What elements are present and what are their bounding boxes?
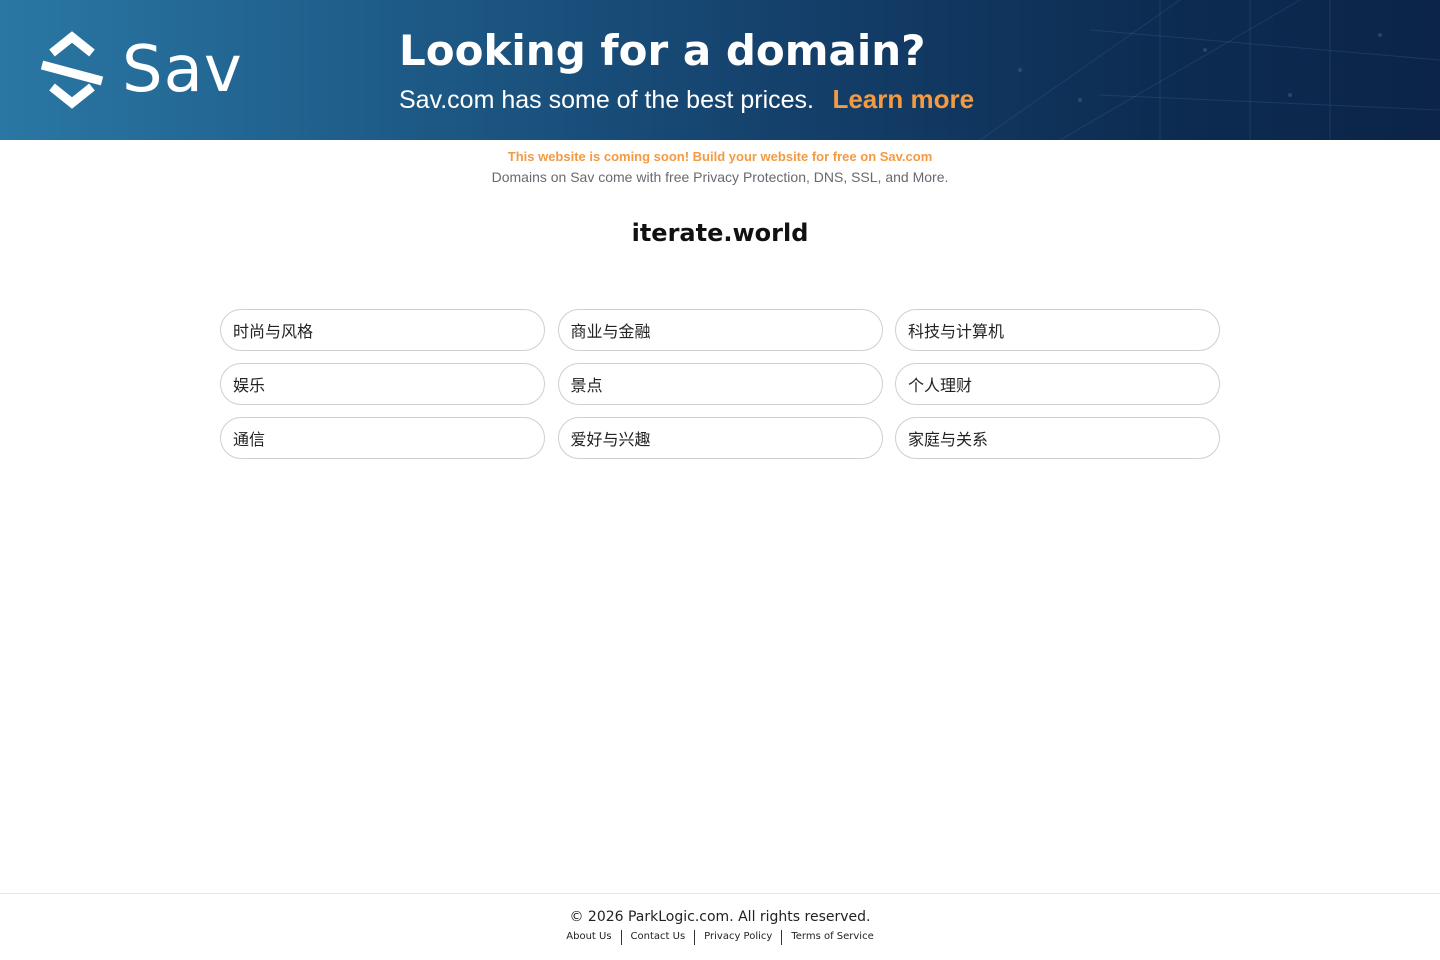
privacy-policy-link[interactable]: Privacy Policy [695, 929, 781, 945]
promo-banner[interactable]: Sav Looking for a domain? Sav.com has so… [0, 0, 1440, 140]
footer-divider [0, 893, 1440, 894]
category-button[interactable]: 景点 [557, 363, 883, 405]
coming-soon-notice: This website is coming soon! Build your … [0, 149, 1440, 185]
about-us-link[interactable]: About Us [557, 929, 620, 945]
category-button[interactable]: 通信 [220, 417, 545, 459]
sav-logo-text: Sav [122, 33, 243, 107]
category-button[interactable]: 娱乐 [220, 363, 545, 405]
banner-headline: Looking for a domain? [399, 26, 926, 75]
terms-of-service-link[interactable]: Terms of Service [782, 929, 882, 945]
footer-links: About Us Contact Us Privacy Policy Terms… [0, 929, 1440, 945]
coming-soon-text: This website is coming soon! Build your … [507, 149, 933, 164]
page: Sav Looking for a domain? Sav.com has so… [0, 0, 1440, 960]
category-button[interactable]: 爱好与兴趣 [557, 417, 883, 459]
category-button[interactable]: 个人理财 [895, 363, 1220, 405]
sav-logo[interactable]: Sav [38, 30, 248, 110]
category-grid: 时尚与风格 商业与金融 科技与计算机 娱乐 景点 个人理财 通信 爱好与兴趣 家… [220, 309, 1220, 459]
sav-logo-icon [40, 31, 104, 109]
domain-name-title: iterate.world [631, 219, 809, 247]
banner-subline: Sav.com has some of the best prices. Lea… [399, 84, 974, 119]
copyright-text: © 2026 ParkLogic.com. All rights reserve… [569, 909, 871, 925]
category-button[interactable]: 商业与金融 [557, 309, 883, 351]
banner-subline-text: Sav.com has some of the best prices. [399, 86, 815, 114]
category-button[interactable]: 时尚与风格 [220, 309, 545, 351]
category-button[interactable]: 科技与计算机 [895, 309, 1220, 351]
category-button[interactable]: 家庭与关系 [895, 417, 1220, 459]
learn-more-link[interactable]: Learn more [832, 84, 974, 114]
contact-us-link[interactable]: Contact Us [622, 929, 695, 945]
sav-features-text: Domains on Sav come with free Privacy Pr… [491, 169, 949, 185]
